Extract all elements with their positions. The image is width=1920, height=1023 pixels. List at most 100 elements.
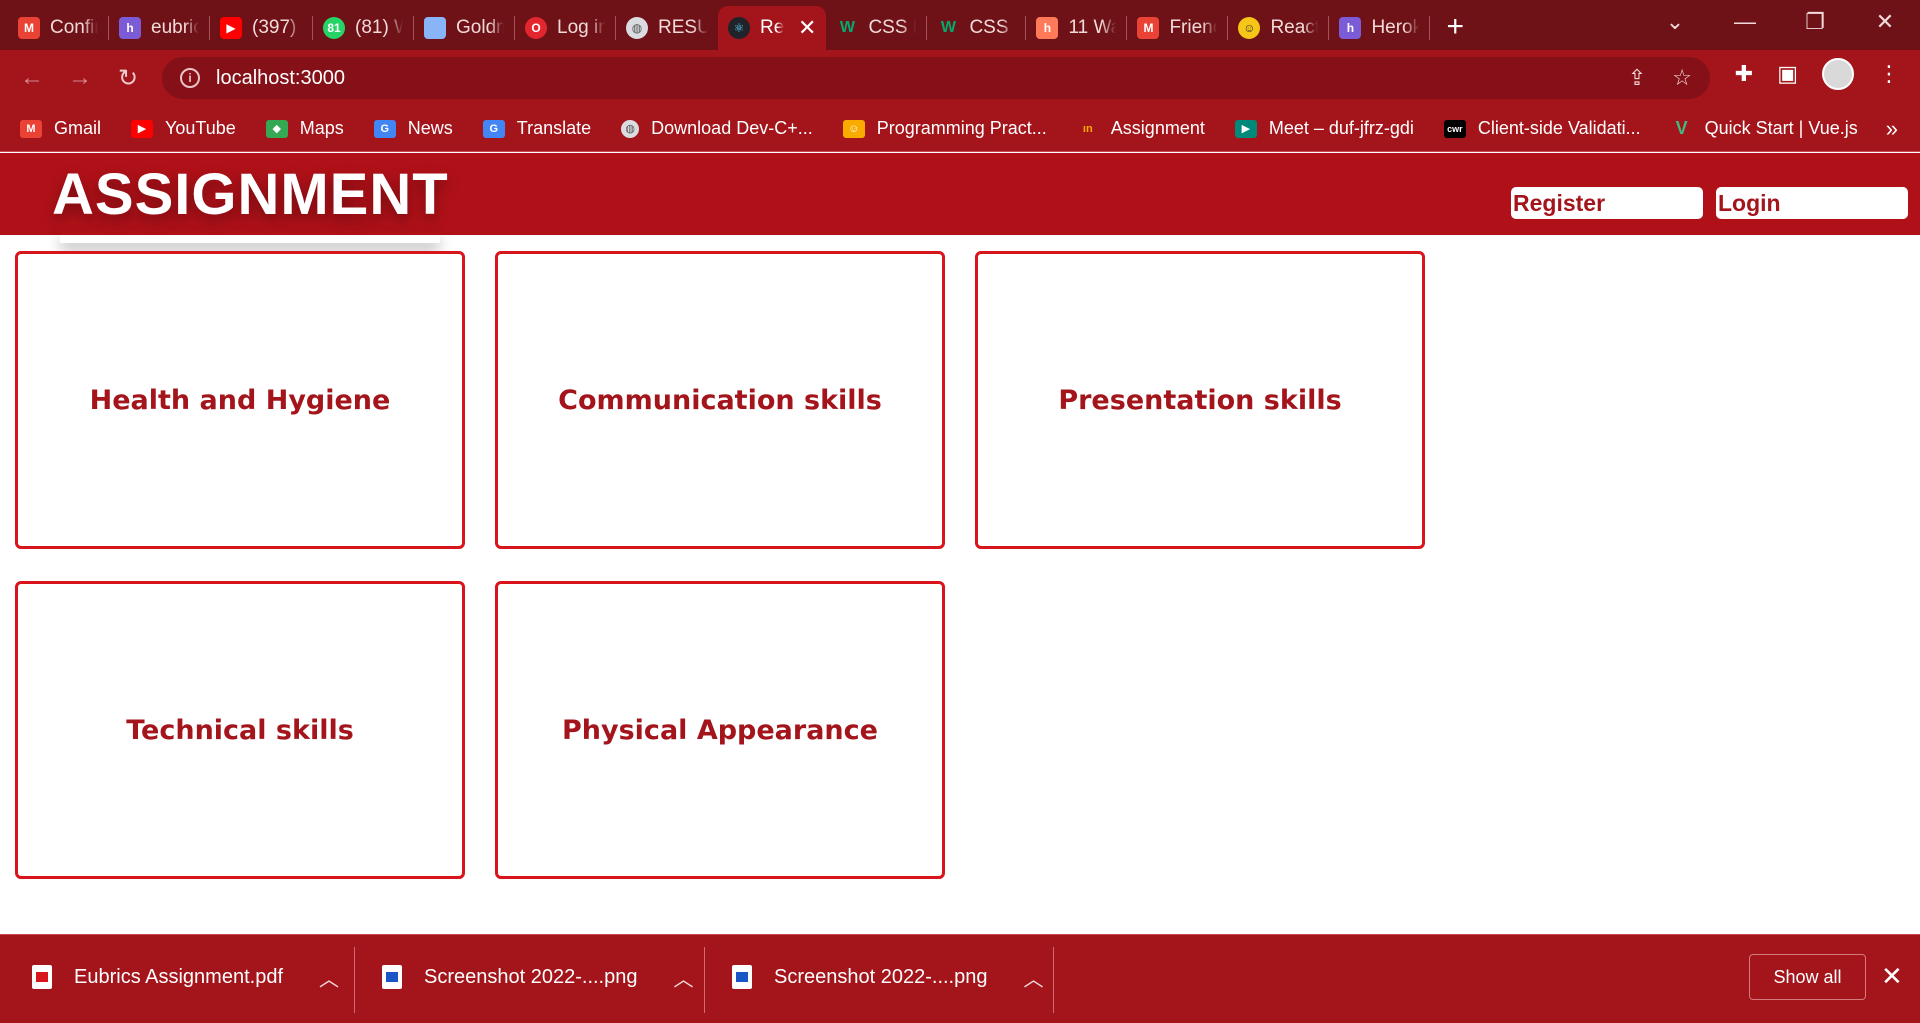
close-downloads-icon[interactable]: ✕ <box>1881 961 1903 992</box>
bookmark-label: Translate <box>516 118 592 138</box>
bookmark-meet[interactable]: ▶ Meet – duf-jfrz-gdi <box>1234 118 1414 139</box>
card-presentation-skills[interactable]: Presentation skills <box>975 251 1425 549</box>
login-button[interactable]: Login <box>1716 187 1908 219</box>
tab-title: Frienc <box>1169 17 1218 38</box>
avatar[interactable] <box>1822 58 1854 90</box>
tab-11[interactable]: M Frienc <box>1127 9 1227 47</box>
omnibox-actions: ⇪ ☆ <box>1628 65 1692 91</box>
tab-8[interactable]: W CSS B <box>826 9 926 47</box>
tab-13[interactable]: h Herok <box>1329 9 1429 47</box>
gmail-icon: M <box>1137 17 1160 39</box>
forward-icon[interactable]: → <box>56 64 104 92</box>
tab-2[interactable]: ▶ (397) Y <box>210 9 312 47</box>
heroku-icon: h <box>1339 17 1362 39</box>
bookmark-translate[interactable]: G Translate <box>482 118 592 139</box>
assignment-icon: ın <box>1082 122 1093 135</box>
bookmark-maps[interactable]: ◆ Maps <box>265 118 344 139</box>
show-all-button[interactable]: Show all <box>1749 954 1866 1000</box>
tab-0[interactable]: M Confir <box>8 9 108 47</box>
heroku-icon: h <box>119 17 141 39</box>
bookmark-label: Programming Pract... <box>876 118 1047 138</box>
bookmark-label: Client-side Validati... <box>1477 118 1641 138</box>
tab-5[interactable]: O Log in <box>515 9 615 47</box>
whatsapp-icon: 81 <box>323 17 345 39</box>
menu-icon[interactable]: ⋮ <box>1878 61 1900 87</box>
bookmarks-bar: M Gmail ▶ YouTube ◆ Maps G News G Translate ◍… <box>0 106 1920 152</box>
image-file-icon <box>382 965 402 989</box>
close-window-icon[interactable]: ✕ <box>1850 9 1920 35</box>
url-text[interactable]: localhost:3000 <box>216 67 345 90</box>
download-item[interactable]: Eubrics Assignment.pdf ︿ <box>32 935 339 1019</box>
tab-title: Herok <box>1371 17 1420 38</box>
bookmark-gmail[interactable]: M Gmail <box>20 118 101 139</box>
tab-active[interactable]: ⚛ Re ✕ <box>718 6 827 50</box>
classroom-icon: ☺ <box>842 119 865 138</box>
gmail-icon: M <box>20 119 42 138</box>
site-header: ASSIGNMENT Register Login <box>0 153 1920 235</box>
maps-icon: ◆ <box>265 119 288 138</box>
more-bookmarks-icon[interactable]: » <box>1886 116 1898 142</box>
card-title: Communication skills <box>558 384 882 416</box>
bookmark-label: YouTube <box>165 118 236 138</box>
tab-6[interactable]: ◍ RESUM <box>616 9 718 47</box>
toolbar: ← → ↻ i localhost:3000 ⇪ ☆ ✚ ▣ ⋮ <box>0 50 1920 106</box>
register-button[interactable]: Register <box>1511 187 1703 219</box>
tab-10[interactable]: h 11 Wa <box>1026 9 1126 47</box>
bookmark-youtube[interactable]: ▶ YouTube <box>131 118 236 139</box>
brand-shadow <box>60 231 440 243</box>
hubspot-icon: h <box>1036 17 1059 39</box>
bookmark-devcpp[interactable]: ◍ Download Dev-C+... <box>621 118 813 139</box>
tab-title: 11 Wa <box>1068 17 1117 38</box>
chevron-up-icon[interactable]: ︿ <box>673 963 693 992</box>
bookmark-validation[interactable]: cwr Client-side Validati... <box>1443 118 1641 139</box>
bookmark-label: Quick Start | Vue.js <box>1704 118 1858 138</box>
bookmark-star-icon[interactable]: ☆ <box>1672 65 1692 91</box>
card-communication-skills[interactable]: Communication skills <box>495 251 945 549</box>
cwr-icon: cwr <box>1443 119 1466 138</box>
chevron-up-icon[interactable]: ︿ <box>319 963 339 992</box>
bookmark-vue[interactable]: V Quick Start | Vue.js <box>1671 118 1858 139</box>
extensions-icon[interactable]: ✚ <box>1735 61 1753 87</box>
bookmark-assignment[interactable]: ın Assignment <box>1077 118 1205 139</box>
card-health-and-hygiene[interactable]: Health and Hygiene <box>15 251 465 549</box>
bookmark-programming[interactable]: ☺ Programming Pract... <box>842 118 1047 139</box>
tab-title: CSS B <box>868 17 916 38</box>
tab-12[interactable]: ☺ React <box>1228 9 1328 47</box>
card-physical-appearance[interactable]: Physical Appearance <box>495 581 945 879</box>
restore-icon[interactable]: ❐ <box>1780 9 1850 35</box>
tab-3[interactable]: 81 (81) W <box>313 9 413 47</box>
tab-title: Re <box>760 17 784 38</box>
card-title: Health and Hygiene <box>89 384 391 416</box>
pdf-file-icon <box>32 965 52 989</box>
site-logo[interactable]: ASSIGNMENT <box>52 161 449 228</box>
download-item[interactable]: Screenshot 2022-....png ︿ <box>382 935 693 1019</box>
globe-icon: ◍ <box>626 17 648 39</box>
back-icon[interactable]: ← <box>8 64 56 92</box>
meet-icon: ▶ <box>1234 119 1257 138</box>
minimize-icon[interactable]: — <box>1710 9 1780 35</box>
side-panel-icon[interactable]: ▣ <box>1777 61 1798 87</box>
download-divider <box>704 947 705 1013</box>
tab-4[interactable]: Goldm <box>414 9 514 47</box>
card-title: Presentation skills <box>1058 384 1342 416</box>
w3schools-icon: W <box>940 19 956 36</box>
tab-1[interactable]: h eubric <box>109 9 209 47</box>
new-tab-button[interactable]: + <box>1446 12 1464 42</box>
share-icon[interactable]: ⇪ <box>1628 65 1646 91</box>
bookmark-news[interactable]: G News <box>373 118 453 139</box>
download-item[interactable]: Screenshot 2022-....png ︿ <box>732 935 1043 1019</box>
card-technical-skills[interactable]: Technical skills <box>15 581 465 879</box>
reload-icon[interactable]: ↻ <box>104 64 152 93</box>
chevron-up-icon[interactable]: ︿ <box>1023 963 1043 992</box>
react-icon: ⚛ <box>728 17 750 39</box>
gmail-icon: M <box>18 17 40 39</box>
tab-search-icon[interactable]: ⌄ <box>1640 9 1710 35</box>
close-tab-icon[interactable]: ✕ <box>798 15 816 41</box>
tab-9[interactable]: W CSS L <box>927 9 1025 47</box>
tab-title: React <box>1270 17 1319 38</box>
site-info-icon[interactable]: i <box>180 68 200 88</box>
tab-list: MConfir heubric ▶(397) Y 81(81) W Goldm … <box>0 0 1464 50</box>
youtube-icon: ▶ <box>220 17 242 39</box>
address-bar[interactable]: i localhost:3000 ⇪ ☆ <box>162 57 1710 99</box>
tab-title: eubric <box>151 17 199 38</box>
